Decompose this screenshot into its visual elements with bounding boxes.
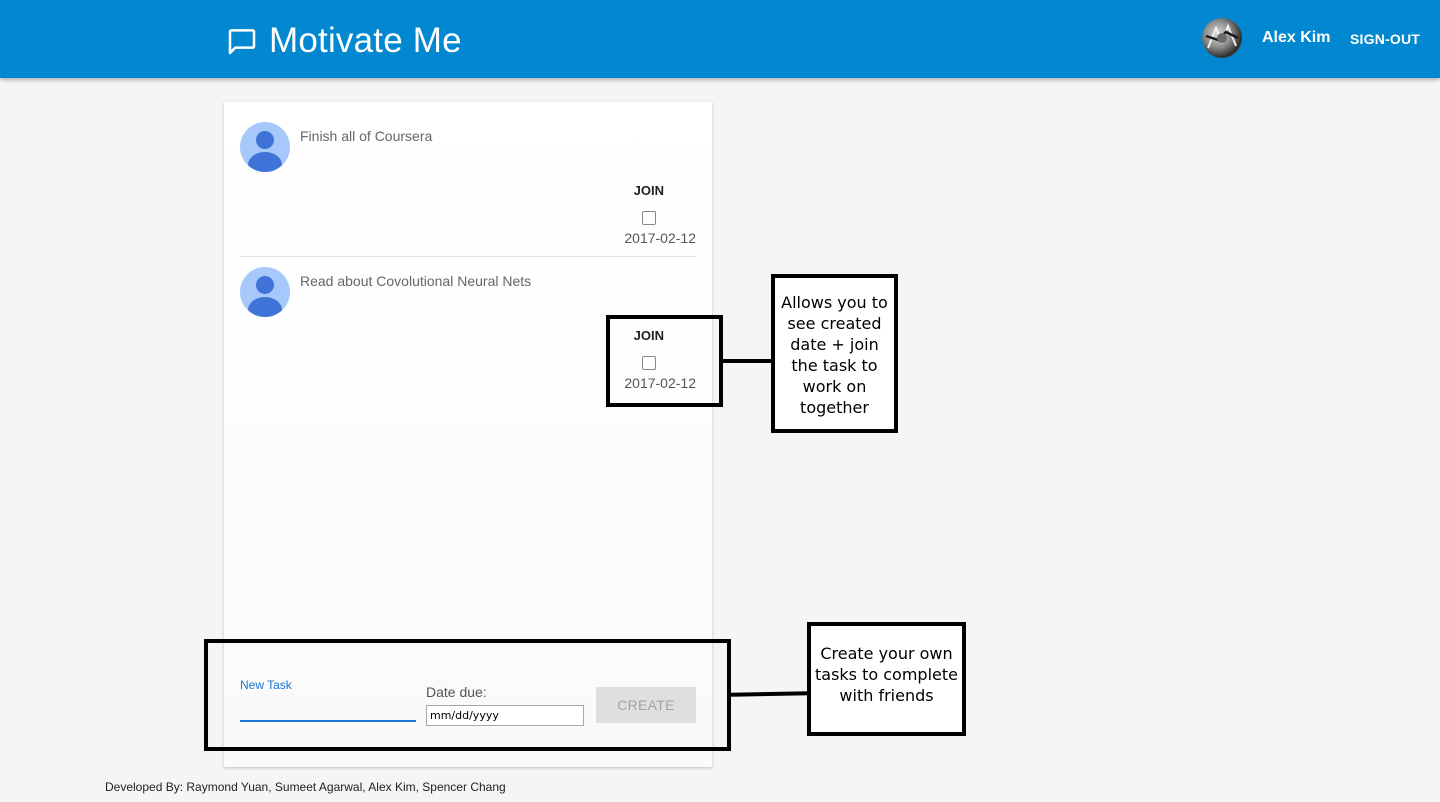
brand[interactable]: Motivate Me bbox=[226, 20, 462, 62]
task-item: Finish all of Coursera JOIN 2017-02-12 bbox=[240, 122, 696, 252]
default-user-avatar-icon bbox=[240, 122, 290, 172]
join-label: JOIN bbox=[633, 183, 664, 198]
app-bar: Motivate Me Alex Kim SIGN-OUT bbox=[0, 0, 1440, 78]
signout-button[interactable]: SIGN-OUT bbox=[1350, 31, 1420, 47]
task-title: Finish all of Coursera bbox=[300, 128, 433, 144]
footer-credits: Developed By: Raymond Yuan, Sumeet Agarw… bbox=[105, 780, 506, 794]
default-user-avatar-icon bbox=[240, 267, 290, 317]
join-highlight-box bbox=[606, 315, 723, 407]
user-name: Alex Kim bbox=[1262, 29, 1331, 46]
chat-bubble-icon bbox=[226, 25, 258, 57]
join-checkbox[interactable] bbox=[642, 211, 656, 225]
join-connector-line bbox=[722, 359, 774, 363]
create-annotation-note: Create your own tasks to complete with f… bbox=[807, 622, 966, 736]
create-connector-line bbox=[729, 691, 811, 697]
create-highlight-box bbox=[204, 639, 731, 751]
task-divider bbox=[240, 256, 696, 257]
task-date: 2017-02-12 bbox=[624, 230, 696, 246]
app-title: Motivate Me bbox=[269, 21, 462, 60]
task-title: Read about Covolutional Neural Nets bbox=[300, 273, 532, 289]
user-avatar[interactable] bbox=[1202, 18, 1242, 58]
join-annotation-note: Allows you to see created date + join th… bbox=[771, 274, 898, 433]
